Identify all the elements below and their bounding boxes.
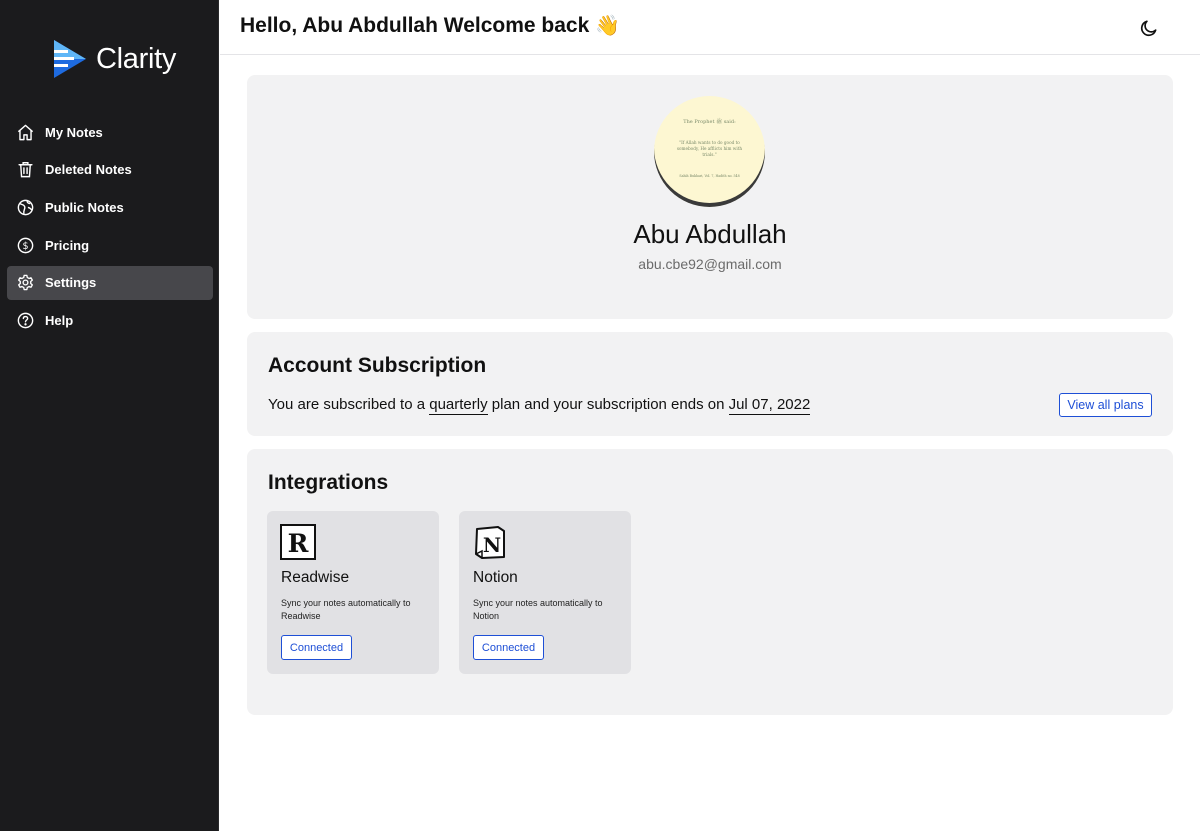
sidebar-item-deleted-notes[interactable]: Deleted Notes (7, 153, 213, 187)
brand-name: Clarity (96, 42, 177, 75)
trash-icon (15, 160, 35, 180)
sidebar-item-label: Help (45, 312, 74, 328)
readwise-connected-button[interactable]: Connected (281, 635, 352, 660)
help-icon (15, 310, 35, 330)
avatar[interactable]: The Prophet ﷺ said: "If Allah wants to d… (654, 96, 765, 207)
profile-card: The Prophet ﷺ said: "If Allah wants to d… (247, 75, 1173, 319)
integration-name: Notion (473, 569, 518, 586)
subscription-text: You are subscribed to a quarterly plan a… (268, 396, 811, 415)
subscription-text-prefix: You are subscribed to a (268, 396, 426, 413)
view-all-plans-button[interactable]: View all plans (1059, 393, 1152, 417)
svg-text:$: $ (22, 241, 28, 252)
sidebar-item-my-notes[interactable]: My Notes (7, 115, 213, 149)
brand[interactable]: Clarity (52, 38, 176, 80)
svg-text:R: R (288, 529, 309, 558)
integration-description: Sync your notes automatically to Notion (473, 598, 603, 621)
profile-name: Abu Abdullah (633, 219, 787, 249)
home-icon (15, 122, 35, 142)
notion-connected-button[interactable]: Connected (473, 635, 544, 660)
clarity-logo-icon (54, 40, 86, 78)
sidebar-nav: My Notes Deleted Notes Public Notes $ Pr… (7, 115, 213, 341)
gear-icon (15, 273, 35, 293)
integrations-title: Integrations (268, 471, 389, 494)
integration-tile-notion: N Notion Sync your notes automatically t… (459, 511, 631, 674)
wave-emoji: 👋 (595, 15, 621, 37)
sidebar-item-label: Public Notes (45, 199, 124, 215)
greeting: Hello, Abu Abdullah Welcome back 👋 (240, 13, 620, 38)
top-header: Hello, Abu Abdullah Welcome back 👋 (220, 0, 1200, 55)
sidebar-item-settings[interactable]: Settings (7, 265, 213, 300)
subscription-title: Account Subscription (268, 354, 487, 377)
avatar-quote-source: Sahih Bukhari, Vol. 7, Hadith no. 548 (679, 174, 740, 178)
integrations-card: Integrations R Readwise Sync your notes … (247, 449, 1173, 715)
integration-description: Sync your notes automatically to Readwis… (281, 598, 411, 621)
subscription-card: Account Subscription You are subscribed … (247, 332, 1173, 436)
sidebar-item-label: My Notes (45, 124, 103, 140)
avatar-quote-text: "If Allah wants to do good to somebody, … (676, 140, 743, 157)
sidebar: Clarity My Notes Deleted Notes Public No… (0, 0, 219, 831)
theme-toggle-button[interactable] (1137, 16, 1161, 40)
globe-icon (15, 197, 35, 217)
profile-email: abu.cbe92@gmail.com (638, 256, 782, 272)
greeting-text: Hello, Abu Abdullah Welcome back (240, 13, 590, 37)
dollar-icon: $ (15, 235, 35, 255)
subscription-text-middle: plan and your subscription ends on (491, 396, 725, 413)
avatar-quote-heading: The Prophet ﷺ said: (683, 119, 736, 125)
sidebar-item-label: Deleted Notes (45, 162, 132, 178)
svg-text:N: N (483, 533, 501, 557)
moon-icon (1140, 20, 1157, 37)
sidebar-item-label: Settings (45, 275, 97, 291)
subscription-end-date: Jul 07, 2022 (728, 396, 811, 415)
sidebar-item-help[interactable]: Help (7, 303, 213, 337)
integration-name: Readwise (281, 569, 350, 586)
subscription-plan: quarterly (429, 396, 488, 415)
sidebar-item-pricing[interactable]: $ Pricing (7, 228, 213, 262)
sidebar-item-public-notes[interactable]: Public Notes (7, 190, 213, 224)
sidebar-item-label: Pricing (45, 237, 90, 253)
readwise-logo-icon: R (280, 524, 316, 560)
notion-logo-icon: N (475, 526, 505, 559)
integration-tile-readwise: R Readwise Sync your notes automatically… (267, 511, 439, 674)
